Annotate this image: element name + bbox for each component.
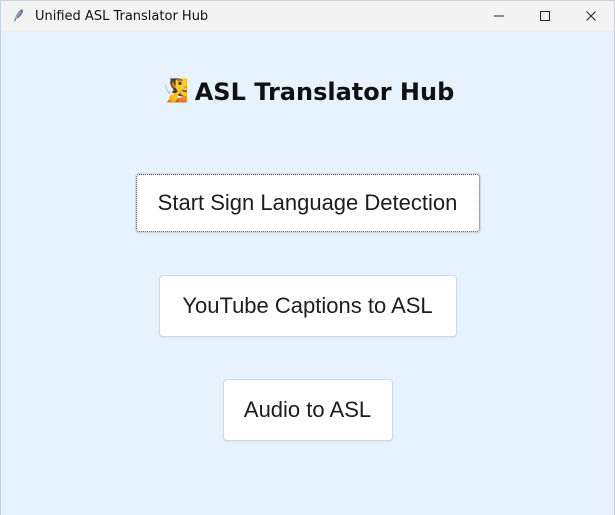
maximize-button[interactable] — [522, 1, 568, 32]
window-title: Unified ASL Translator Hub — [35, 8, 209, 24]
window-controls — [476, 1, 614, 32]
header-emoji-glyph: 🧏 — [161, 79, 189, 104]
close-button[interactable] — [568, 1, 614, 32]
page-title: ASL Translator Hub — [194, 78, 455, 106]
feather-icon — [11, 8, 27, 24]
app-window: Unified ASL Translator Hub 🧏 ASL Transla… — [0, 0, 615, 515]
audio-to-asl-button[interactable]: Audio to ASL — [222, 379, 393, 441]
start-sign-language-detection-button[interactable]: Start Sign Language Detection — [134, 173, 481, 233]
maximize-icon — [539, 7, 551, 26]
deaf-person-icon: 🧏 — [161, 78, 189, 106]
youtube-captions-to-asl-button[interactable]: YouTube Captions to ASL — [158, 275, 457, 337]
main-content: 🧏 ASL Translator Hub Start Sign Language… — [1, 32, 614, 515]
page-header: 🧏 ASL Translator Hub — [1, 78, 614, 106]
minimize-icon — [493, 7, 505, 26]
minimize-button[interactable] — [476, 1, 522, 32]
title-bar: Unified ASL Translator Hub — [1, 1, 614, 32]
close-icon — [585, 7, 597, 26]
